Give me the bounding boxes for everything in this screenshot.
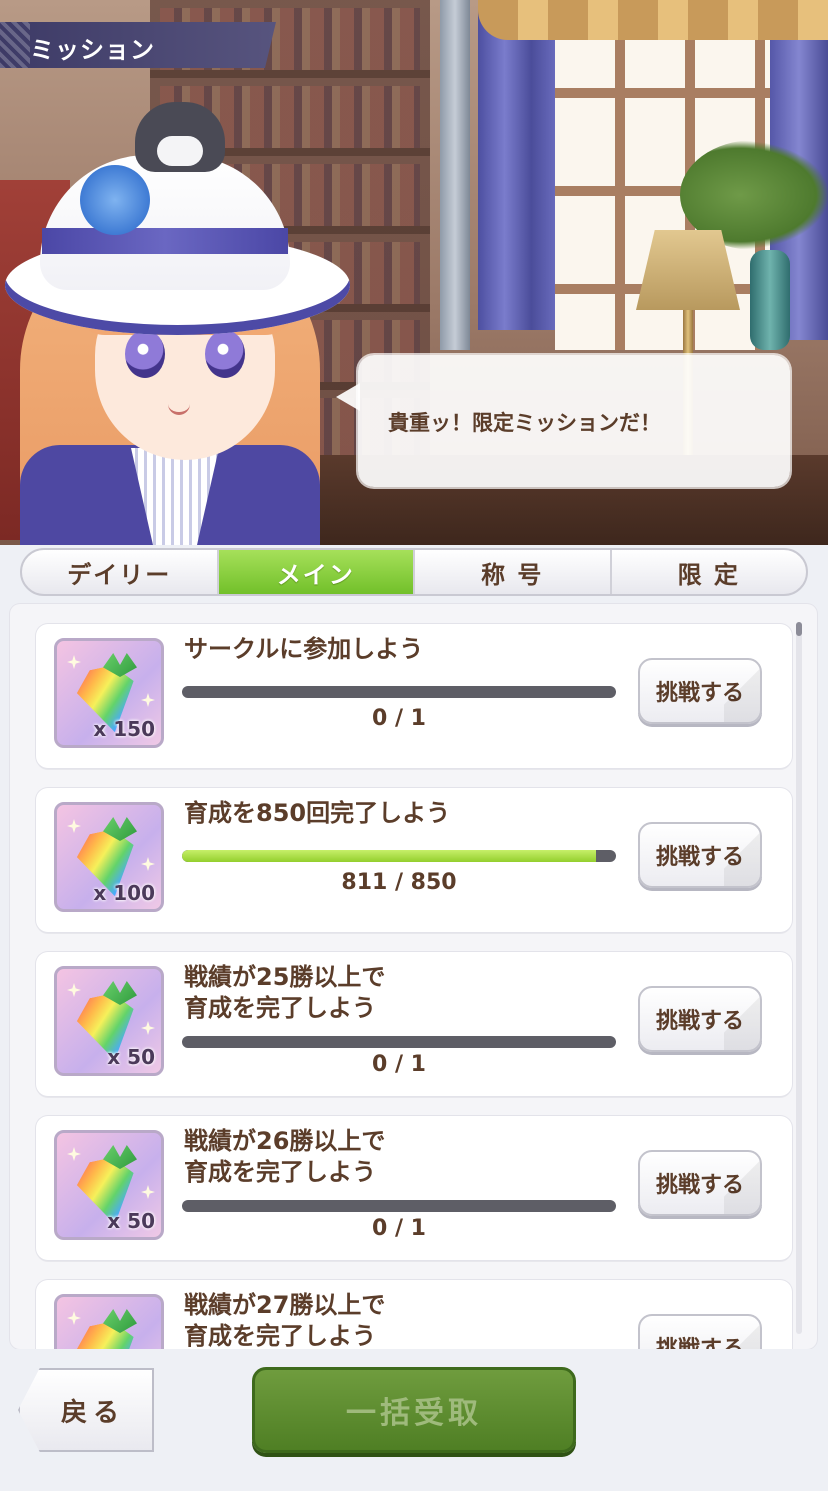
speech-bubble: 貴重ッ！限定ミッションだ！	[336, 355, 790, 487]
progress-bar	[182, 1036, 616, 1048]
sparkle-icon	[141, 1185, 155, 1199]
mission-title: 戦績が27勝以上で 育成を完了しよう	[184, 1291, 386, 1349]
challenge-button[interactable]: 挑戦する	[638, 986, 762, 1052]
mission-title: 育成を850回完了しよう	[184, 799, 451, 827]
reward-item: x 50	[54, 1294, 164, 1349]
vase	[750, 250, 790, 350]
sparkle-icon	[141, 857, 155, 871]
mission-card: x 50 戦績が25勝以上で 育成を完了しよう 0 / 1 挑戦する	[36, 952, 792, 1096]
reward-item: x 50	[54, 966, 164, 1076]
sparkle-icon	[67, 1147, 81, 1161]
tab-title[interactable]: 称 号	[415, 550, 612, 594]
reward-quantity: x 50	[107, 1209, 155, 1233]
scene-background: 貴重ッ！限定ミッションだ！	[0, 0, 828, 545]
reward-item: x 100	[54, 802, 164, 912]
mission-card: x 50 戦績が26勝以上で 育成を完了しよう 0 / 1 挑戦する	[36, 1116, 792, 1260]
sparkle-icon	[67, 819, 81, 833]
mission-title: 戦績が26勝以上で 育成を完了しよう	[184, 1127, 386, 1186]
reward-quantity: x 50	[107, 1045, 155, 1069]
back-button[interactable]: 戻る	[18, 1368, 154, 1452]
cat-icon	[135, 102, 225, 172]
mission-card: x 150 サークルに参加しよう 0 / 1 挑戦する	[36, 624, 792, 768]
page-title: ミッション	[30, 36, 155, 64]
sparkle-icon	[67, 655, 81, 669]
tab-daily[interactable]: デイリー	[22, 550, 219, 594]
progress-bar	[182, 686, 616, 698]
mission-title: 戦績が25勝以上で 育成を完了しよう	[184, 963, 386, 1022]
speech-text: 貴重ッ！限定ミッションだ！	[388, 411, 661, 435]
mission-list[interactable]: x 150 サークルに参加しよう 0 / 1 挑戦する x 100 育成を850回完了しよ…	[10, 604, 817, 1349]
progress-text: 0 / 1	[372, 1216, 426, 1241]
sparkle-icon	[141, 1021, 155, 1035]
sparkle-icon	[67, 983, 81, 997]
sparkle-icon	[141, 693, 155, 707]
mission-tabs: デイリー メイン 称 号 限 定	[20, 548, 808, 596]
mission-title: サークルに参加しよう	[184, 635, 424, 663]
column	[440, 0, 470, 350]
challenge-button[interactable]: 挑戦する	[638, 822, 762, 888]
reward-quantity: x 100	[93, 881, 155, 905]
tab-main[interactable]: メイン	[218, 550, 415, 594]
mission-card: x 50 戦績が27勝以上で 育成を完了しよう 挑戦する	[36, 1280, 792, 1349]
progress-text: 811 / 850	[341, 870, 457, 895]
tab-limited[interactable]: 限 定	[612, 550, 807, 594]
bulk-receive-button[interactable]: 一括受取	[252, 1367, 576, 1453]
curtain-valance	[478, 0, 828, 40]
scrollbar[interactable]	[796, 622, 802, 1334]
curtain-left	[478, 0, 558, 330]
challenge-button[interactable]: 挑戦する	[638, 1314, 762, 1349]
progress-bar	[182, 1200, 616, 1212]
rose-icon	[80, 165, 150, 235]
mission-card: x 100 育成を850回完了しよう 811 / 850 挑戦する	[36, 788, 792, 932]
challenge-button[interactable]: 挑戦する	[638, 1150, 762, 1216]
reward-item: x 150	[54, 638, 164, 748]
reward-item: x 50	[54, 1130, 164, 1240]
progress-text: 0 / 1	[372, 706, 426, 731]
progress-text: 0 / 1	[372, 1052, 426, 1077]
progress-bar	[182, 850, 616, 862]
challenge-button[interactable]: 挑戦する	[638, 658, 762, 724]
progress-fill	[182, 850, 597, 862]
scroll-thumb[interactable]	[796, 622, 802, 636]
reward-quantity: x 150	[93, 717, 155, 741]
sparkle-icon	[67, 1311, 81, 1325]
